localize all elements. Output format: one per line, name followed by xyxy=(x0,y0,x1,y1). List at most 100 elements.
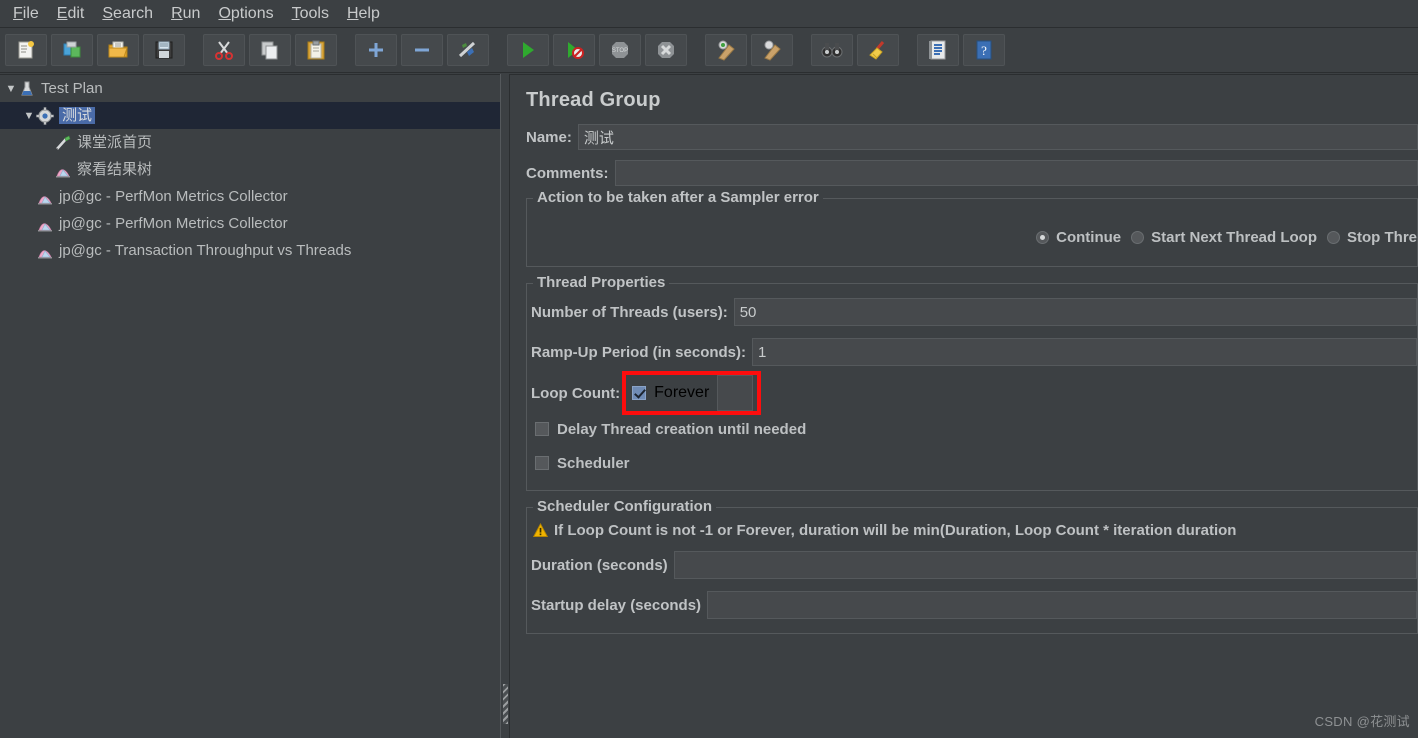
thread-properties-group: Thread Properties Number of Threads (use… xyxy=(526,274,1418,491)
paste-button[interactable] xyxy=(295,34,337,66)
forever-checkbox[interactable] xyxy=(632,386,647,400)
reset-search-button[interactable] xyxy=(857,34,899,66)
minus-icon xyxy=(415,48,429,52)
thread-group-icon xyxy=(36,106,54,125)
delay-thread-creation-row[interactable]: Delay Thread creation until needed xyxy=(527,418,1417,440)
clear-all-button[interactable] xyxy=(751,34,793,66)
forever-checkbox-wrap[interactable]: Forever xyxy=(632,384,709,402)
tree-node-http-sampler[interactable]: 课堂派首页 xyxy=(0,129,500,156)
tree-node-view-results-tree[interactable]: 察看结果树 xyxy=(0,156,500,183)
scheduler-configuration-group: Scheduler Configuration If Loop Count is… xyxy=(526,498,1418,634)
function-helper-button[interactable] xyxy=(917,34,959,66)
broom-icon xyxy=(869,41,885,60)
radio-stop-thread[interactable]: Stop Thre xyxy=(1327,229,1417,246)
ramp-up-period-input[interactable]: 1 xyxy=(752,338,1417,366)
test-plan-tree[interactable]: ▼ Test Plan ▼ 测试 课堂派首页 察看结果树 jp@gc - Per… xyxy=(0,74,500,738)
radio-start-next-thread-loop[interactable]: Start Next Thread Loop xyxy=(1131,229,1317,246)
menu-run[interactable]: Run xyxy=(162,3,209,25)
test-plan-icon xyxy=(21,81,33,95)
svg-text:?: ? xyxy=(981,43,987,58)
search-button[interactable] xyxy=(811,34,853,66)
menu-options[interactable]: Options xyxy=(209,3,282,25)
menu-options-mnemonic: O xyxy=(218,4,231,22)
scheduler-warning-row: If Loop Count is not -1 or Forever, dura… xyxy=(527,522,1417,539)
cut-button[interactable] xyxy=(203,34,245,66)
paste-icon xyxy=(307,40,325,60)
radio-stop-thread-dot[interactable] xyxy=(1327,231,1340,244)
tree-node-perfmon-collector-1[interactable]: jp@gc - PerfMon Metrics Collector xyxy=(0,183,500,210)
startup-delay-label: Startup delay (seconds) xyxy=(531,596,702,614)
plus-icon xyxy=(369,43,383,57)
menu-file[interactable]: File xyxy=(4,3,48,25)
menu-help-rest: elp xyxy=(358,4,380,22)
toggle-button[interactable] xyxy=(447,34,489,66)
menu-edit[interactable]: Edit xyxy=(48,3,94,25)
start-button[interactable] xyxy=(507,34,549,66)
name-input[interactable]: 测试 xyxy=(577,124,1418,150)
tree-twisty[interactable]: ▼ xyxy=(4,83,18,95)
listener-icon xyxy=(38,222,52,231)
menu-search[interactable]: Search xyxy=(93,3,162,25)
stop-icon: STOP xyxy=(612,42,628,58)
help-button[interactable]: ? xyxy=(963,34,1005,66)
radio-continue[interactable]: Continue xyxy=(1036,229,1121,246)
tree-node-label: jp@gc - PerfMon Metrics Collector xyxy=(59,188,288,205)
delay-thread-creation-checkbox[interactable] xyxy=(535,422,549,436)
collapse-all-button[interactable] xyxy=(401,34,443,66)
tree-node-thread-group[interactable]: ▼ 测试 xyxy=(0,102,500,129)
save-button[interactable] xyxy=(143,34,185,66)
tree-node-transaction-throughput[interactable]: jp@gc - Transaction Throughput vs Thread… xyxy=(0,237,500,264)
menu-edit-rest: dit xyxy=(67,4,85,22)
help-icon: ? xyxy=(976,40,992,60)
menu-search-mnemonic: S xyxy=(102,4,114,22)
splitter-grip-icon[interactable] xyxy=(503,684,508,724)
ramp-up-period-row: Ramp-Up Period (in seconds): 1 xyxy=(527,338,1417,366)
split-pane-divider[interactable] xyxy=(500,74,510,738)
tree-node-label: jp@gc - Transaction Throughput vs Thread… xyxy=(59,242,352,259)
loop-count-row: Loop Count: Forever xyxy=(527,371,1417,415)
tree-twisty[interactable]: ▼ xyxy=(22,110,36,122)
menu-help-mnemonic: H xyxy=(346,4,359,22)
radio-continue-dot[interactable] xyxy=(1036,231,1050,244)
scheduler-checkbox[interactable] xyxy=(535,456,549,470)
menu-bar: File Edit Search Run Options Tools Help xyxy=(0,0,1418,28)
toggle-icon xyxy=(458,41,476,58)
tree-node-label: 察看结果树 xyxy=(77,161,153,178)
stop-button[interactable]: STOP xyxy=(599,34,641,66)
number-of-threads-row: Number of Threads (users): 50 xyxy=(527,298,1417,326)
start-no-pauses-button[interactable] xyxy=(553,34,595,66)
clear-icon xyxy=(718,40,735,61)
watermark: CSDN @花测试 xyxy=(1314,714,1410,729)
radio-start-next-thread-loop-label: Start Next Thread Loop xyxy=(1151,229,1317,246)
comments-row: Comments: xyxy=(526,160,1418,186)
open-button[interactable] xyxy=(97,34,139,66)
menu-tools[interactable]: Tools xyxy=(283,3,338,25)
svg-text:STOP: STOP xyxy=(612,48,628,54)
menu-run-mnemonic: R xyxy=(171,4,183,22)
open-icon xyxy=(108,41,128,58)
shutdown-button[interactable] xyxy=(645,34,687,66)
menu-run-rest: un xyxy=(182,4,201,22)
scheduler-row[interactable]: Scheduler xyxy=(527,452,1417,474)
radio-start-next-thread-loop-dot[interactable] xyxy=(1131,231,1145,244)
page-title: Thread Group xyxy=(526,89,661,111)
tree-node-perfmon-collector-2[interactable]: jp@gc - PerfMon Metrics Collector xyxy=(0,210,500,237)
clear-button[interactable] xyxy=(705,34,747,66)
menu-tools-mnemonic: T xyxy=(291,4,300,22)
expand-all-button[interactable] xyxy=(355,34,397,66)
number-of-threads-input[interactable]: 50 xyxy=(733,298,1417,326)
loop-count-input[interactable] xyxy=(717,375,754,411)
new-button[interactable] xyxy=(5,34,47,66)
sampler-error-group: Action to be taken after a Sampler error… xyxy=(526,189,1418,267)
play-icon xyxy=(523,42,534,58)
main-split: ▼ Test Plan ▼ 测试 课堂派首页 察看结果树 jp@gc - Per… xyxy=(0,74,1418,738)
radio-stop-thread-label: Stop Thre xyxy=(1347,229,1417,246)
duration-input[interactable] xyxy=(673,551,1417,579)
copy-button[interactable] xyxy=(249,34,291,66)
tree-node-test-plan[interactable]: ▼ Test Plan xyxy=(0,75,500,102)
menu-help[interactable]: Help xyxy=(338,3,389,25)
startup-delay-input[interactable] xyxy=(707,591,1417,619)
comments-input[interactable] xyxy=(614,160,1418,186)
tree-node-label: 课堂派首页 xyxy=(77,134,153,151)
templates-button[interactable] xyxy=(51,34,93,66)
